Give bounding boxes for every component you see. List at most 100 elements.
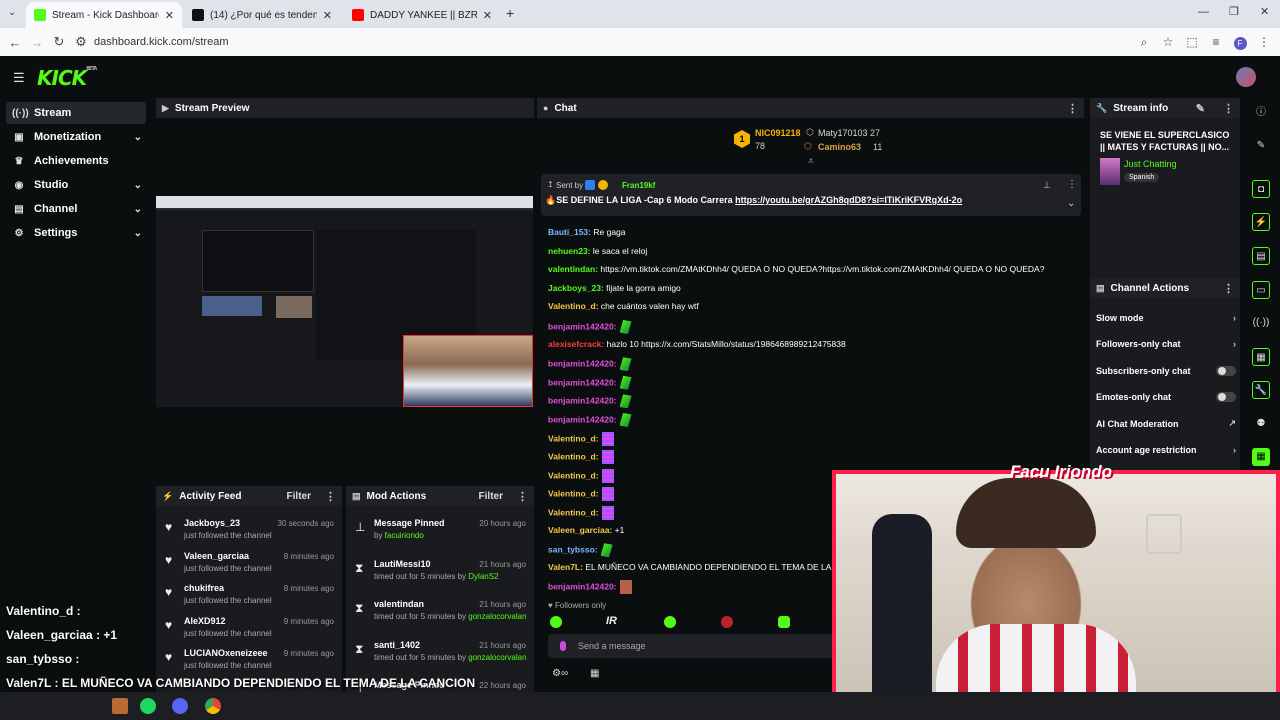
pinned-sender[interactable]: Fran19kf	[622, 181, 655, 190]
activity-row[interactable]: ♥ LUCIANOxeneizeee just followed the chann…	[156, 646, 342, 680]
chat-username[interactable]: Jackboys_23:	[548, 283, 604, 293]
chat-username[interactable]: benjamin142420:	[548, 582, 617, 592]
chat-settings-icon[interactable]: ⚙∞	[552, 668, 568, 679]
channel-actions-menu-icon[interactable]: ⋮	[1223, 282, 1234, 295]
chrome-icon[interactable]	[205, 698, 221, 714]
mod-action-row[interactable]: ⊥ Message Pinned by facuiriondo 20 hours ag…	[346, 516, 534, 550]
slow-mode-row[interactable]: Slow mode ›	[1096, 313, 1236, 323]
follower-name[interactable]: chukifrea	[184, 583, 224, 593]
media-icon[interactable]: ≡	[1204, 35, 1228, 49]
chat-username[interactable]: valentindan:	[548, 264, 598, 274]
chat-menu-icon[interactable]: ⋮	[1067, 102, 1078, 115]
chat-username[interactable]: alexisefcrack:	[548, 339, 604, 349]
follower-name[interactable]: Jackboys_23	[184, 518, 240, 528]
activity-filter-button[interactable]: Filter	[287, 491, 311, 502]
activity-row[interactable]: ♥ chukifrea just followed the channel 8 min…	[156, 581, 342, 615]
tab-x-trending[interactable]: (14) ¿Por qué es tendencia? on ✕	[184, 2, 340, 28]
activity-menu-icon[interactable]: ⋮	[325, 490, 336, 503]
emote-5-icon[interactable]	[778, 616, 790, 628]
sidebar-item-stream[interactable]: ((·)) Stream	[6, 102, 146, 124]
users-icon[interactable]: ⚉	[1252, 415, 1270, 433]
tab-search-icon[interactable]: ⌄	[8, 7, 16, 18]
back-icon[interactable]: ←	[4, 35, 26, 50]
url-field[interactable]: dashboard.kick.com/stream	[94, 36, 229, 48]
pinned-menu-icon[interactable]: ⋮	[1067, 179, 1077, 190]
bolt-icon[interactable]: ⚡	[1252, 213, 1270, 231]
account-age-row[interactable]: Account age restriction ›	[1096, 445, 1236, 455]
bookmark-star-icon[interactable]: ☆	[1156, 35, 1180, 49]
chat-username[interactable]: benjamin142420:	[548, 358, 617, 368]
leader-name[interactable]: Camino63	[818, 142, 861, 152]
emote-1-icon[interactable]	[550, 616, 562, 628]
close-tab-icon[interactable]: ✕	[483, 9, 492, 22]
site-info-icon[interactable]: ⚙	[70, 34, 92, 50]
browser-menu-icon[interactable]: ⋮	[1252, 35, 1276, 49]
chat-store-icon[interactable]: ▦	[590, 668, 599, 679]
chat-username[interactable]: benjamin142420:	[548, 321, 617, 331]
chat-username[interactable]: benjamin142420:	[548, 414, 617, 424]
discord-icon[interactable]	[172, 698, 188, 714]
ai-moderation-row[interactable]: AI Chat Moderation ↗	[1096, 418, 1236, 429]
layout-icon[interactable]: ▦	[1252, 348, 1270, 366]
tab-youtube[interactable]: DADDY YANKEE || BZRP Music ✕	[344, 2, 500, 28]
edit-icon[interactable]: ✎	[1252, 137, 1270, 155]
unpin-icon[interactable]: ⊥	[1043, 180, 1051, 191]
stream-category[interactable]: Just Chatting	[1124, 159, 1177, 169]
hamburger-menu-icon[interactable]: ☰	[13, 70, 25, 86]
reload-icon[interactable]: ↻	[48, 34, 70, 50]
chat-username[interactable]: Valentino_d:	[548, 489, 599, 499]
edit-pencil-icon[interactable]: ✎	[1196, 102, 1205, 115]
kick-logo[interactable]: KICKBETA	[37, 66, 97, 90]
mod-action-row[interactable]: ⧗ santi_1402 timed out for 5 minutes by go…	[346, 638, 534, 672]
info-icon[interactable]: ⓘ	[1252, 104, 1270, 122]
follower-name[interactable]: LUCIANOxeneizeee	[184, 648, 268, 658]
leader-name[interactable]: Maty170103	[818, 128, 868, 138]
chat-username[interactable]: san_tybsso:	[548, 544, 598, 554]
zoom-icon[interactable]: ⌕	[1132, 35, 1156, 50]
chat-username[interactable]: nehuen23:	[548, 246, 591, 256]
restore-icon[interactable]: ❐	[1229, 5, 1239, 18]
stream-info-menu-icon[interactable]: ⋮	[1223, 102, 1234, 115]
mod-filter-button[interactable]: Filter	[479, 491, 503, 502]
emote-4-icon[interactable]	[721, 616, 733, 628]
chat-username[interactable]: benjamin142420:	[548, 396, 617, 406]
activity-row[interactable]: ♥ Jackboys_23 just followed the channel 30 …	[156, 516, 342, 550]
mod-menu-icon[interactable]: ⋮	[517, 490, 528, 503]
follower-name[interactable]: Valeen_garciaa	[184, 551, 249, 561]
emote-3-icon[interactable]	[664, 616, 676, 628]
chat-username[interactable]: Valentino_d:	[548, 451, 599, 461]
pinned-message[interactable]: ↥ Sent by Fran19kf 🔥SE DEFINE LA LIGA -C…	[541, 174, 1081, 216]
subscribers-only-toggle[interactable]	[1216, 366, 1236, 376]
spotify-icon[interactable]	[140, 698, 156, 714]
chat-username[interactable]: Valentino_d:	[548, 507, 599, 517]
new-tab-icon[interactable]: +	[506, 5, 514, 21]
expand-pinned-icon[interactable]: ⌄	[1067, 198, 1075, 209]
stream-preview-video[interactable]	[156, 196, 533, 407]
expand-leaderboard-icon[interactable]: ⩡	[808, 156, 814, 167]
activity-row[interactable]: ♥ Valeen_garciaa just followed the channel…	[156, 549, 342, 583]
sidebar-item-achievements[interactable]: ♛ Achievements	[6, 150, 146, 172]
mod-action-row[interactable]: ⧗ LautiMessi10 timed out for 5 minutes by …	[346, 557, 534, 591]
leader-name[interactable]: NIC091218	[755, 128, 801, 138]
category-thumbnail[interactable]	[1100, 158, 1120, 185]
sidebar-item-settings[interactable]: ⚙ Settings ⌄	[6, 222, 146, 244]
chat-rail-icon[interactable]: ▭	[1252, 281, 1270, 299]
minimize-icon[interactable]: —	[1198, 6, 1209, 18]
tools-icon[interactable]: 🔧	[1252, 381, 1270, 399]
close-tab-icon[interactable]: ✕	[323, 9, 332, 22]
camera-icon[interactable]: ◘	[1252, 180, 1270, 198]
chat-username[interactable]: Valeen_garciaa:	[548, 525, 612, 535]
followers-only-row[interactable]: Followers-only chat ›	[1096, 339, 1236, 349]
forward-icon[interactable]: →	[26, 35, 48, 50]
chat-message-input[interactable]: Send a message	[548, 634, 838, 658]
tab-kick-dashboard[interactable]: Stream - Kick Dashboard ✕	[26, 2, 182, 28]
taskbar-app-icon[interactable]	[112, 698, 128, 714]
chat-username[interactable]: Valen7L:	[548, 562, 583, 572]
broadcast-rail-icon[interactable]: ((·))	[1252, 314, 1270, 332]
profile-icon[interactable]: F	[1228, 35, 1252, 50]
chat-username[interactable]: Bauti_153:	[548, 227, 591, 237]
chat-username[interactable]: Valentino_d:	[548, 433, 599, 443]
chat-username[interactable]: Valentino_d:	[548, 301, 599, 311]
user-avatar[interactable]	[1236, 67, 1256, 87]
emotes-only-toggle[interactable]	[1216, 392, 1236, 402]
